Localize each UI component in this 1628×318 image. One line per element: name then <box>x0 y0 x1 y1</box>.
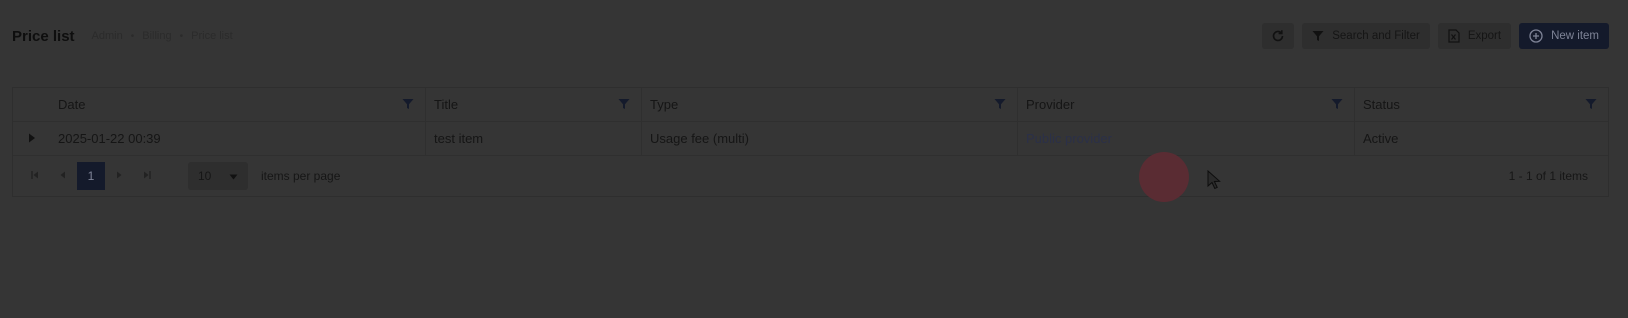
header-expand-column <box>13 88 50 121</box>
table-row[interactable]: 2025-01-22 00:39 test item Usage fee (mu… <box>13 122 1608 156</box>
refresh-button[interactable] <box>1262 23 1295 49</box>
excel-file-icon <box>1448 29 1460 43</box>
mouse-pointer-icon <box>1207 169 1221 195</box>
caret-right-icon <box>28 131 36 146</box>
page-size-value: 10 <box>198 169 212 183</box>
pager-range-info: 1 - 1 of 1 items <box>1508 169 1588 183</box>
new-item-button[interactable]: New item <box>1519 23 1609 49</box>
filter-icon <box>1312 30 1324 42</box>
cell-title: test item <box>426 122 642 155</box>
pager: 1 10 items per page 1 - 1 of 1 items <box>13 156 1608 196</box>
column-header-label: Title <box>434 97 459 112</box>
cell-type: Usage fee (multi) <box>642 122 1018 155</box>
breadcrumb-item-price-list: Price list <box>191 30 233 42</box>
export-label: Export <box>1467 30 1502 42</box>
page-title: Price list <box>12 27 75 45</box>
page-number-button[interactable]: 1 <box>77 162 105 190</box>
column-header-label: Provider <box>1026 97 1075 112</box>
export-button[interactable]: Export <box>1437 23 1512 49</box>
column-filter-icon[interactable] <box>618 98 630 113</box>
price-list-grid: Date Title Type Provider Status 2025-01-… <box>12 87 1609 197</box>
column-header-type[interactable]: Type <box>642 88 1018 121</box>
column-header-title[interactable]: Title <box>426 88 642 121</box>
cell-date: 2025-01-22 00:39 <box>50 122 426 155</box>
column-header-date[interactable]: Date <box>50 88 426 121</box>
search-and-filter-button[interactable]: Search and Filter <box>1302 23 1430 49</box>
column-header-label: Status <box>1363 97 1400 112</box>
page-header: Price list Admin • Billing • Price list … <box>12 20 1609 52</box>
chevron-down-icon <box>229 169 238 183</box>
next-page-button[interactable] <box>105 162 133 190</box>
column-header-status[interactable]: Status <box>1355 88 1608 121</box>
breadcrumb: Admin • Billing • Price list <box>92 30 233 42</box>
breadcrumb-item-admin[interactable]: Admin <box>92 30 123 42</box>
breadcrumb-separator: • <box>130 30 135 42</box>
new-item-label: New item <box>1551 30 1599 42</box>
cell-provider: Public provider <box>1018 122 1355 155</box>
plus-circle-icon <box>1529 29 1543 43</box>
column-header-label: Date <box>58 97 86 112</box>
column-filter-icon[interactable] <box>1585 98 1597 113</box>
breadcrumb-item-billing[interactable]: Billing <box>142 30 171 42</box>
breadcrumb-separator: • <box>179 30 184 42</box>
refresh-icon <box>1271 29 1285 43</box>
toolbar-actions: Search and Filter Export New item <box>1262 23 1609 49</box>
column-header-provider[interactable]: Provider <box>1018 88 1355 121</box>
first-page-button[interactable] <box>21 162 49 190</box>
click-highlight <box>1139 152 1189 202</box>
provider-link[interactable]: Public provider <box>1026 131 1112 146</box>
row-expand-toggle[interactable] <box>13 122 50 155</box>
column-header-label: Type <box>650 97 679 112</box>
cell-status: Active <box>1363 131 1399 146</box>
grid-header: Date Title Type Provider Status <box>13 88 1608 122</box>
column-filter-icon[interactable] <box>994 98 1006 113</box>
last-page-button[interactable] <box>133 162 161 190</box>
page-size-select[interactable]: 10 <box>188 162 248 190</box>
prev-page-icon <box>59 169 67 183</box>
items-per-page-label: items per page <box>261 169 341 183</box>
column-filter-icon[interactable] <box>402 98 414 113</box>
column-filter-icon[interactable] <box>1331 98 1343 113</box>
prev-page-button[interactable] <box>49 162 77 190</box>
search-and-filter-label: Search and Filter <box>1332 30 1420 42</box>
next-page-icon <box>115 169 123 183</box>
first-page-icon <box>30 169 40 183</box>
last-page-icon <box>142 169 152 183</box>
